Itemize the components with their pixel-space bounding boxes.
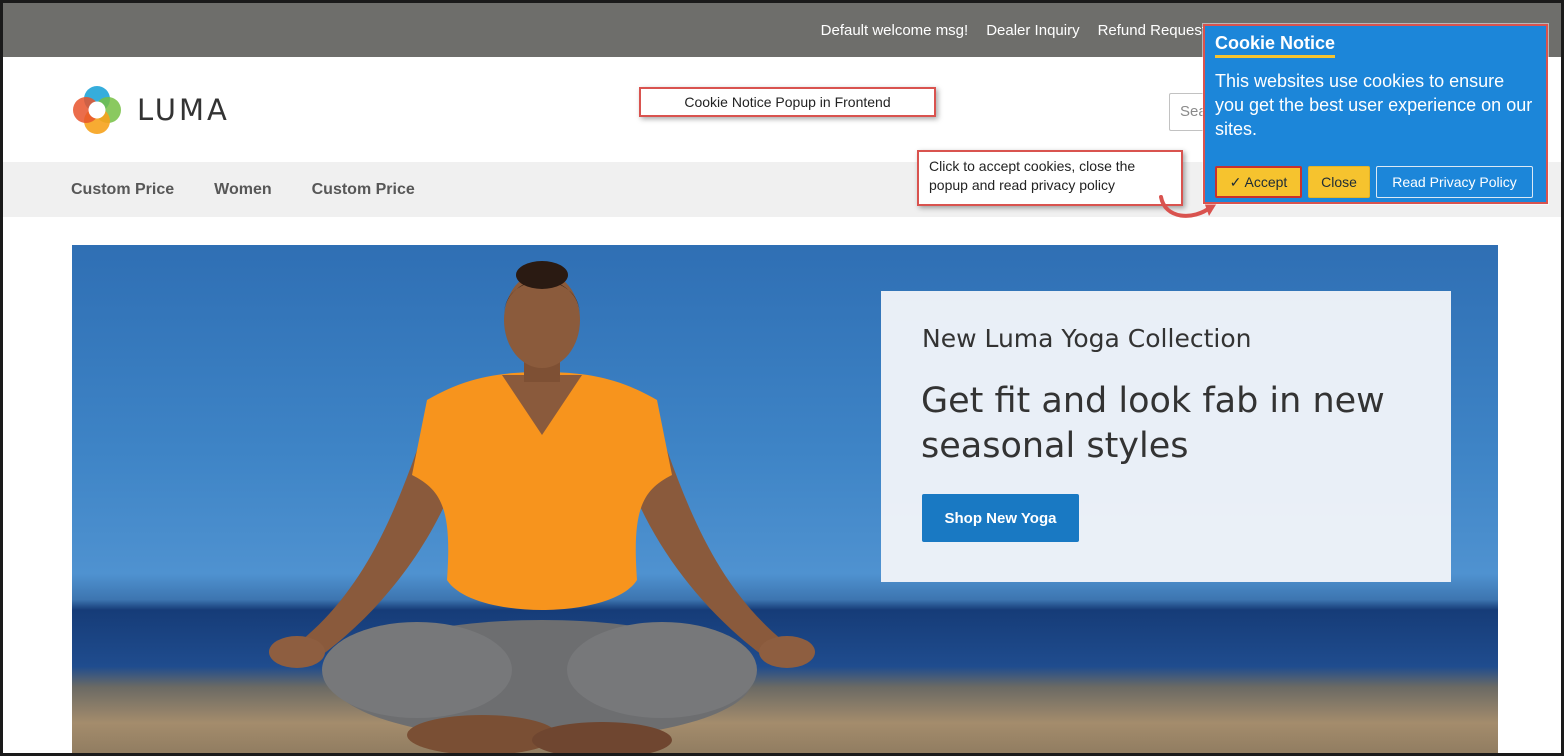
promo-title: Get fit and look fab in new seasonal sty…: [921, 381, 1385, 466]
logo-text: LUMA: [137, 93, 230, 127]
luma-logo-icon: [73, 86, 121, 134]
browser-viewport: Default welcome msg! Dealer Inquiry Refu…: [0, 0, 1564, 756]
annotation-popup-label: Cookie Notice Popup in Frontend: [639, 87, 936, 117]
refund-request-link[interactable]: Refund Request: [1098, 22, 1206, 39]
promo-subtitle: New Luma Yoga Collection: [922, 324, 1252, 353]
dealer-inquiry-link[interactable]: Dealer Inquiry: [986, 22, 1079, 39]
top-links: Default welcome msg! Dealer Inquiry Refu…: [821, 3, 1206, 57]
cookie-notice-actions: ✓ Accept Close Read Privacy Policy: [1215, 166, 1533, 198]
nav-item-custom-price[interactable]: Custom Price: [71, 181, 174, 199]
luma-logo[interactable]: LUMA: [71, 84, 230, 136]
nav-item-women[interactable]: Women: [214, 181, 271, 199]
hero-banner: New Luma Yoga Collection Get fit and loo…: [72, 245, 1498, 753]
cookie-notice-message: This websites use cookies to ensure you …: [1215, 71, 1533, 139]
yoga-woman-image: [269, 261, 815, 753]
cookie-notice-title: Cookie Notice: [1215, 33, 1336, 58]
cookie-notice-popup: Cookie Notice This websites use cookies …: [1203, 24, 1548, 204]
read-privacy-policy-button[interactable]: Read Privacy Policy: [1376, 166, 1533, 198]
welcome-message: Default welcome msg!: [820, 21, 969, 39]
close-cookie-button[interactable]: Close: [1308, 166, 1370, 198]
nav-item-custom-price-2[interactable]: Custom Price: [312, 181, 415, 199]
accept-cookies-button[interactable]: ✓ Accept: [1215, 166, 1302, 198]
annotation-action-label: Click to accept cookies, close the popup…: [917, 150, 1183, 206]
shop-new-yoga-button[interactable]: Shop New Yoga: [922, 494, 1079, 542]
promo-panel: New Luma Yoga Collection Get fit and loo…: [881, 291, 1451, 582]
